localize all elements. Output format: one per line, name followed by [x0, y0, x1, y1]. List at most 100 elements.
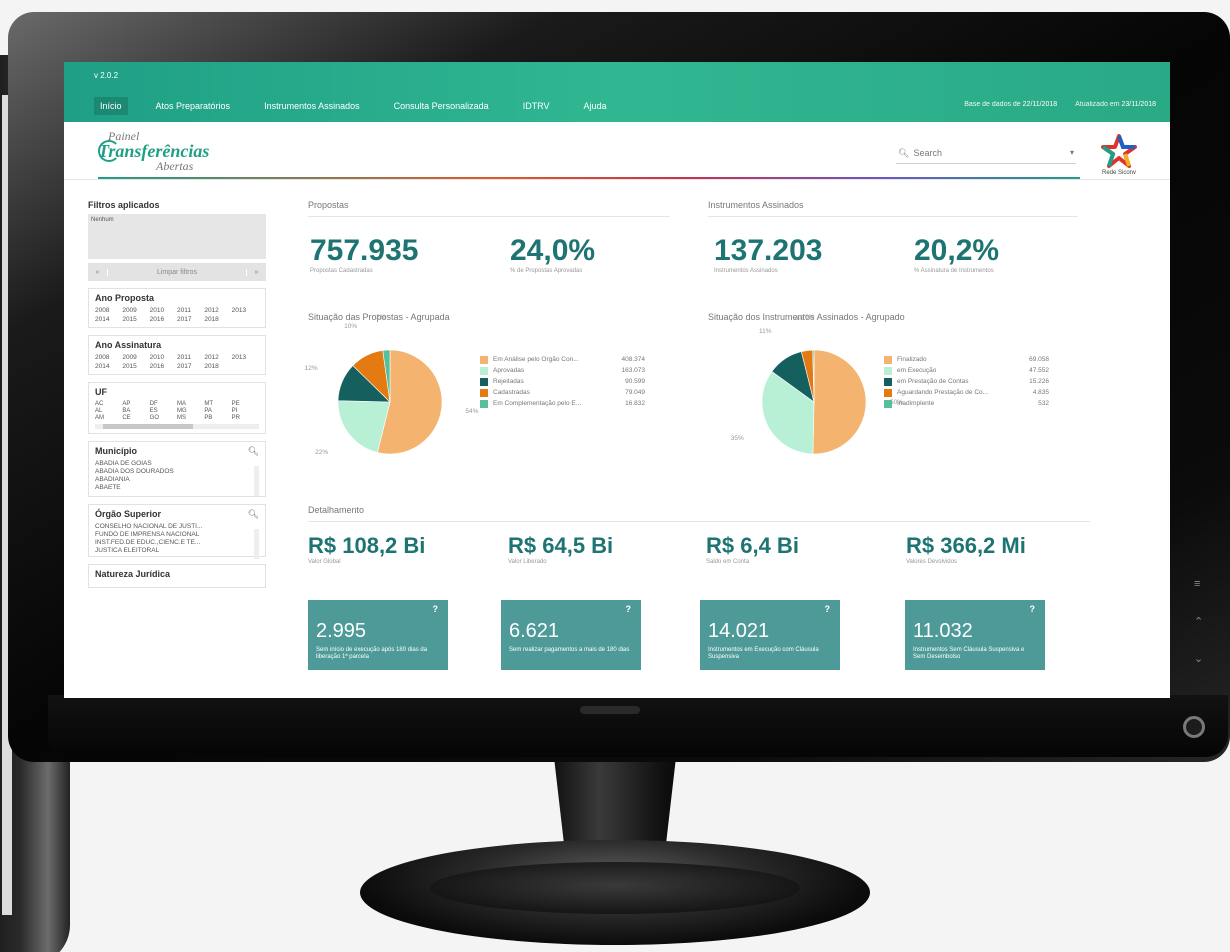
- year-option[interactable]: 2017: [177, 316, 204, 323]
- uf-option[interactable]: AL: [95, 408, 122, 414]
- orgao-option[interactable]: INST.FED.DE EDUC.,CIENC.E TE...: [95, 539, 259, 547]
- legend-item[interactable]: em Execução 47.552: [884, 365, 1049, 376]
- nav-inicio[interactable]: Início: [94, 97, 128, 115]
- uf-option[interactable]: PR: [232, 415, 259, 421]
- year-option[interactable]: 2015: [122, 363, 149, 370]
- uf-option[interactable]: ES: [150, 408, 177, 414]
- year-option[interactable]: 2014: [95, 316, 122, 323]
- prev-selection-button[interactable]: «: [88, 268, 108, 276]
- legend-label: Aguardando Prestação de Co...: [897, 389, 989, 396]
- uf-option[interactable]: MA: [177, 401, 204, 407]
- brand-logo[interactable]: Painel Transferências Abertas: [98, 130, 209, 172]
- uf-option[interactable]: MT: [204, 401, 231, 407]
- pie-propostas[interactable]: [320, 332, 460, 472]
- uf-horizontal-scrollbar[interactable]: [95, 424, 259, 429]
- uf-option[interactable]: BA: [122, 408, 149, 414]
- nav-instrumentos-assinados[interactable]: Instrumentos Assinados: [258, 97, 366, 115]
- help-icon[interactable]: ?: [433, 604, 439, 614]
- dropdown-caret-icon[interactable]: ▾: [1070, 148, 1074, 159]
- municipio-option[interactable]: ABAETE: [95, 484, 259, 492]
- year-option[interactable]: 2012: [204, 307, 231, 314]
- municipio-option[interactable]: ABADIA DOS DOURADOS: [95, 468, 259, 476]
- legend-item[interactable]: Inadimplente 532: [884, 398, 1049, 409]
- uf-option[interactable]: PE: [232, 401, 259, 407]
- search-icon[interactable]: 🔍︎: [248, 446, 259, 457]
- year-option[interactable]: 2016: [150, 316, 177, 323]
- orgao-option[interactable]: JUSTICA ELEITORAL: [95, 547, 259, 552]
- legend-item[interactable]: Aprovadas 163.073: [480, 365, 645, 376]
- orgao-option[interactable]: FUNDO DE IMPRENSA NACIONAL: [95, 531, 259, 539]
- uf-option[interactable]: PI: [232, 408, 259, 414]
- uf-option[interactable]: MS: [177, 415, 204, 421]
- nav-ajuda[interactable]: Ajuda: [578, 97, 613, 115]
- legend-item[interactable]: Cadastradas 79.049: [480, 387, 645, 398]
- uf-option[interactable]: GO: [150, 415, 177, 421]
- up-button-icon[interactable]: ⌃: [1194, 615, 1203, 628]
- nav-idtrv[interactable]: IDTRV: [517, 97, 556, 115]
- uf-option[interactable]: CE: [122, 415, 149, 421]
- legend-item[interactable]: Aguardando Prestação de Co... 4.835: [884, 387, 1049, 398]
- uf-option[interactable]: AM: [95, 415, 122, 421]
- year-option[interactable]: 2016: [150, 363, 177, 370]
- year-option[interactable]: 2009: [122, 354, 149, 361]
- year-option[interactable]: 2008: [95, 307, 122, 314]
- chart-propostas[interactable]: 54% 22% 12% 10% 2% Em Análise pelo Órgão Con…: [305, 314, 688, 472]
- help-icon[interactable]: ?: [1030, 604, 1036, 614]
- help-icon[interactable]: ?: [626, 604, 632, 614]
- uf-filter: UF AC AP DF MA MT PE AL BA ES MG PA PI A…: [88, 382, 266, 434]
- year-option[interactable]: 2012: [204, 354, 231, 361]
- search-icon[interactable]: 🔍︎: [248, 509, 259, 520]
- year-option[interactable]: 2018: [204, 316, 231, 323]
- pie-instrumentos[interactable]: [744, 332, 884, 472]
- uf-option[interactable]: PA: [204, 408, 231, 414]
- nav-consulta-personalizada[interactable]: Consulta Personalizada: [388, 97, 495, 115]
- uf-option[interactable]: AC: [95, 401, 122, 407]
- power-button-icon[interactable]: [1183, 716, 1205, 738]
- municipio-option[interactable]: ABADIANIA: [95, 476, 259, 484]
- uf-option[interactable]: DF: [150, 401, 177, 407]
- legend-item[interactable]: Finalizado 69.058: [884, 354, 1049, 365]
- down-button-icon[interactable]: ⌄: [1194, 652, 1203, 665]
- uf-option[interactable]: MG: [177, 408, 204, 414]
- pie-slice[interactable]: [812, 349, 867, 455]
- saldo-em-conta-label: Saldo em Conta: [706, 559, 750, 565]
- pie-percent-label: 10%: [344, 323, 358, 331]
- year-option[interactable]: 2017: [177, 363, 204, 370]
- nav-atos-preparatorios[interactable]: Atos Preparatórios: [150, 97, 237, 115]
- clear-filters-button[interactable]: Limpar filtros: [108, 269, 246, 276]
- legend-item[interactable]: em Prestação de Contas 15.226: [884, 376, 1049, 387]
- municipio-scrollbar[interactable]: [254, 466, 259, 496]
- search-input[interactable]: 🔍︎ Search ▾: [896, 144, 1076, 164]
- legend-item[interactable]: Em Análise pelo Órgão Con... 408.374: [480, 354, 645, 365]
- help-icon[interactable]: ?: [825, 604, 831, 614]
- next-selection-button[interactable]: »: [246, 268, 266, 276]
- uf-option[interactable]: PB: [204, 415, 231, 421]
- menu-button-icon[interactable]: ≡: [1194, 578, 1200, 590]
- year-option[interactable]: 2008: [95, 354, 122, 361]
- chart-instrumentos[interactable]: 50% 35% 11% 4% 0% Finalizado 69.058 em Execuçã…: [708, 314, 1088, 472]
- orgao-scrollbar[interactable]: [254, 529, 259, 559]
- year-option[interactable]: 2009: [122, 307, 149, 314]
- year-option[interactable]: 2010: [150, 307, 177, 314]
- year-option[interactable]: 2014: [95, 363, 122, 370]
- year-option[interactable]: 2018: [204, 363, 231, 370]
- indicator-card[interactable]: ? 6.621 Sem realizar pagamentos a mais d…: [501, 600, 641, 670]
- legend-item[interactable]: Em Complementação pelo E... 16.832: [480, 398, 645, 409]
- uf-title: UF: [95, 387, 107, 397]
- indicator-card[interactable]: ? 11.032 Instrumentos Sem Cláusula Suspe…: [905, 600, 1045, 670]
- year-option[interactable]: 2015: [122, 316, 149, 323]
- rede-siconv-logo[interactable]: Rede Siconv: [1092, 134, 1146, 176]
- orgao-option[interactable]: CONSELHO NACIONAL DE JUSTI...: [95, 523, 259, 531]
- municipio-option[interactable]: ABADIA DE GOIAS: [95, 460, 259, 468]
- legend-swatch: [480, 377, 488, 386]
- year-option[interactable]: 2011: [177, 354, 204, 361]
- uf-option[interactable]: AP: [122, 401, 149, 407]
- year-option[interactable]: 2010: [150, 354, 177, 361]
- indicator-card[interactable]: ? 2.995 Sem início de execução após 180 …: [308, 600, 448, 670]
- year-option[interactable]: 2011: [177, 307, 204, 314]
- year-option[interactable]: 2013: [232, 354, 259, 361]
- year-option[interactable]: 2013: [232, 307, 259, 314]
- rede-siconv-label: Rede Siconv: [1101, 170, 1137, 176]
- indicator-card[interactable]: ? 14.021 Instrumentos em Execução com Cl…: [700, 600, 840, 670]
- legend-item[interactable]: Rejeitadas 90.599: [480, 376, 645, 387]
